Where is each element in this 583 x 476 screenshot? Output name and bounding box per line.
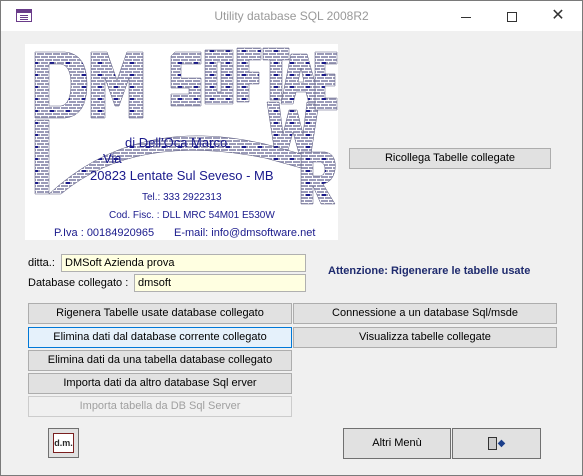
form-body: di Dell'Oca Marco Via 20823 Lentate Sul … <box>8 31 576 470</box>
altri-menu-button[interactable]: Altri Menù <box>343 428 451 459</box>
ricollega-tabelle-button[interactable]: Ricollega Tabelle collegate <box>349 148 551 169</box>
logo-via: Via <box>103 151 122 166</box>
database-collegato-field[interactable]: dmsoft <box>134 274 306 292</box>
app-window: Utility database SQL 2008R2 ✕ di Dell'Oc… <box>0 0 583 476</box>
company-logo: di Dell'Oca Marco Via 20823 Lentate Sul … <box>25 44 338 240</box>
maximize-button[interactable] <box>489 1 535 31</box>
database-collegato-label: Database collegato : <box>28 277 129 289</box>
exit-arrow-icon: ◆ <box>497 438 506 449</box>
connessione-database-button[interactable]: Connessione a un database Sql/msde <box>293 303 557 324</box>
minimize-button[interactable] <box>443 1 489 31</box>
exit-button[interactable]: ◆ <box>452 428 541 459</box>
minimize-icon <box>461 16 471 18</box>
logo-email: E-mail: info@dmsoftware.net <box>174 227 316 239</box>
logo-fiscal-code: Cod. Fisc. : DLL MRC 54M01 E530W <box>109 210 275 221</box>
dm-logo-button[interactable]: d.m. <box>48 428 79 458</box>
logo-vat-number: P.Iva : 00184920965 <box>54 227 155 239</box>
logo-address: 20823 Lentate Sul Seveso - MB <box>90 168 274 183</box>
elimina-dati-tabella-button[interactable]: Elimina dati da una tabella database col… <box>28 350 292 371</box>
logo-phone: Tel.: 333 2922313 <box>142 192 222 203</box>
dm-logo-icon: d.m. <box>53 433 74 453</box>
title-bar: Utility database SQL 2008R2 ✕ <box>1 1 582 31</box>
importa-dati-button[interactable]: Importa dati da altro database Sql erver <box>28 373 292 394</box>
maximize-icon <box>507 12 517 23</box>
elimina-dati-corrente-button[interactable]: Elimina dati dal database corrente colle… <box>28 327 292 348</box>
close-button[interactable]: ✕ <box>535 1 581 31</box>
ditta-field[interactable]: DMSoft Azienda prova <box>61 254 306 272</box>
importa-tabella-button: Importa tabella da DB Sql Server <box>28 396 292 417</box>
warning-message: Attenzione: Rigenerare le tabelle usate <box>328 265 531 277</box>
exit-door-icon <box>487 437 497 450</box>
logo-author: di Dell'Oca Marco <box>125 135 228 150</box>
ditta-label: ditta.: <box>28 257 55 269</box>
rigenera-tabelle-button[interactable]: Rigenera Tabelle usate database collegat… <box>28 303 292 324</box>
visualizza-tabelle-button[interactable]: Visualizza tabelle collegate <box>293 327 557 348</box>
